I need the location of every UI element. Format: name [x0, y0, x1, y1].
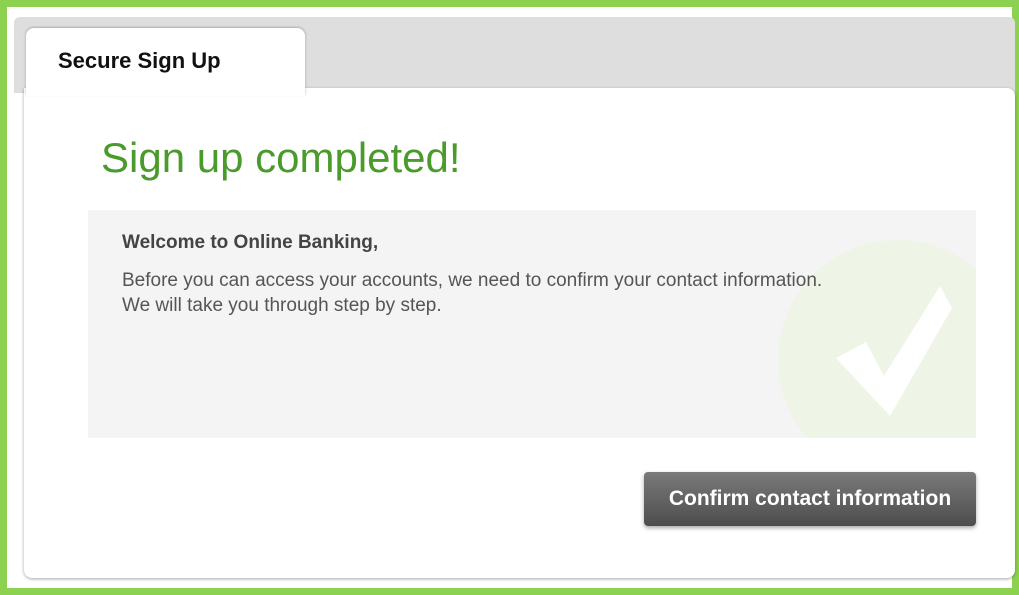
page-title: Sign up completed!: [101, 134, 461, 181]
welcome-heading: Welcome to Online Banking,: [122, 232, 379, 253]
tab-secure-sign-up[interactable]: Secure Sign Up: [26, 28, 305, 96]
welcome-message-box: Welcome to Online Banking, Before you ca…: [88, 210, 976, 438]
welcome-body-text: Before you can access your accounts, we …: [122, 270, 823, 316]
checkmark-icon: [836, 286, 952, 416]
tab-label: Secure Sign Up: [58, 48, 221, 73]
confirm-contact-information-button[interactable]: Confirm contact information: [644, 472, 976, 526]
